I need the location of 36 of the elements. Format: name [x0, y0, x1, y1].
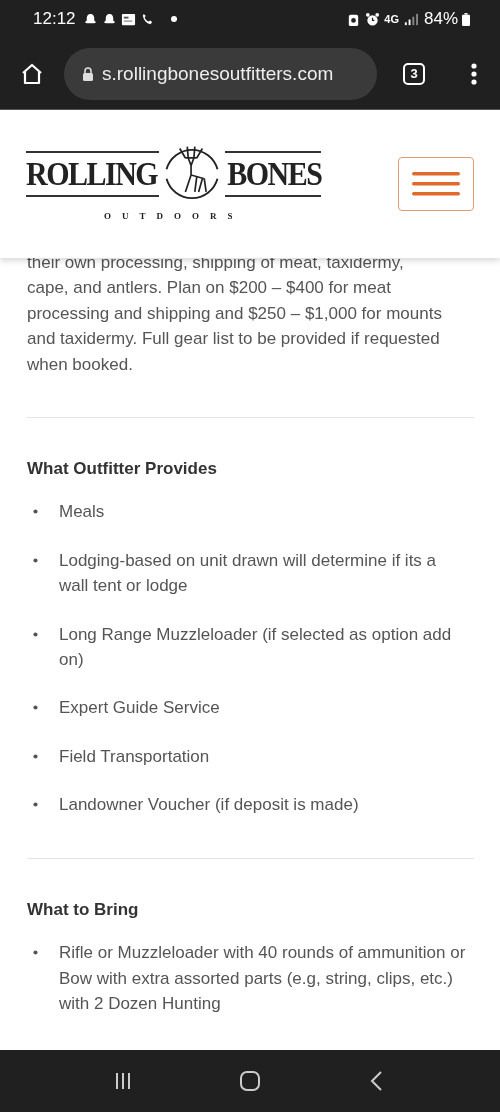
more-menu-icon[interactable] — [471, 61, 477, 86]
dot-icon — [170, 16, 177, 22]
menu-button[interactable] — [398, 157, 474, 211]
list-item-text: Long Range Muzzleloader (if selected as option add on) — [59, 623, 453, 672]
bullet-icon — [33, 950, 38, 956]
tab-count-button[interactable]: 3 — [403, 62, 425, 85]
home-icon[interactable] — [238, 1069, 262, 1093]
list-item-text: Rifle or Muzzleloader with 40 rounds of ammunition or Bow with extra assorted parts (e.g, string, clips, etc.) with 2 Dozen Hunting — [59, 942, 467, 1015]
network-type: 4G — [384, 13, 399, 25]
clock-time: 12:12 — [33, 9, 76, 29]
battery-percent: 84% — [423, 9, 458, 29]
list-item-text: Expert Guide Service — [59, 697, 221, 720]
list-item-text: Lodging-based on unit drawn will determine if its a wall tent or lodge — [59, 549, 438, 598]
list-item-text: Meals — [59, 501, 106, 524]
url-text: s.rollingbonesoutfitters.com — [102, 62, 334, 85]
battery-icon — [462, 12, 470, 26]
bullet-icon — [33, 509, 38, 515]
list-item-text: Field Transportation — [59, 745, 211, 768]
logo-tagline: OUTDOORS — [103, 211, 244, 221]
signal-icon — [402, 11, 418, 27]
news-icon — [120, 11, 136, 27]
bullet-icon — [33, 557, 38, 563]
section-heading: What Outfitter Provides — [27, 458, 218, 481]
logo-word: ROLLING — [26, 154, 158, 194]
list-item-text: Landowner Voucher (if deposit is made) — [59, 794, 360, 817]
bullet-icon — [33, 753, 38, 759]
logo-word: BONES — [227, 154, 322, 194]
menu-icon — [412, 172, 460, 196]
section-heading: What to Bring — [27, 898, 140, 921]
home-icon[interactable] — [20, 61, 44, 86]
address-bar[interactable]: s.rollingbonesoutfitters.com — [64, 47, 377, 100]
bullet-icon — [33, 705, 38, 711]
site-logo[interactable]: ROLLING BONES OUTDOORS — [26, 151, 322, 221]
alarm-icon — [365, 11, 381, 27]
bullet-icon — [33, 631, 38, 637]
bullet-icon — [33, 802, 38, 808]
